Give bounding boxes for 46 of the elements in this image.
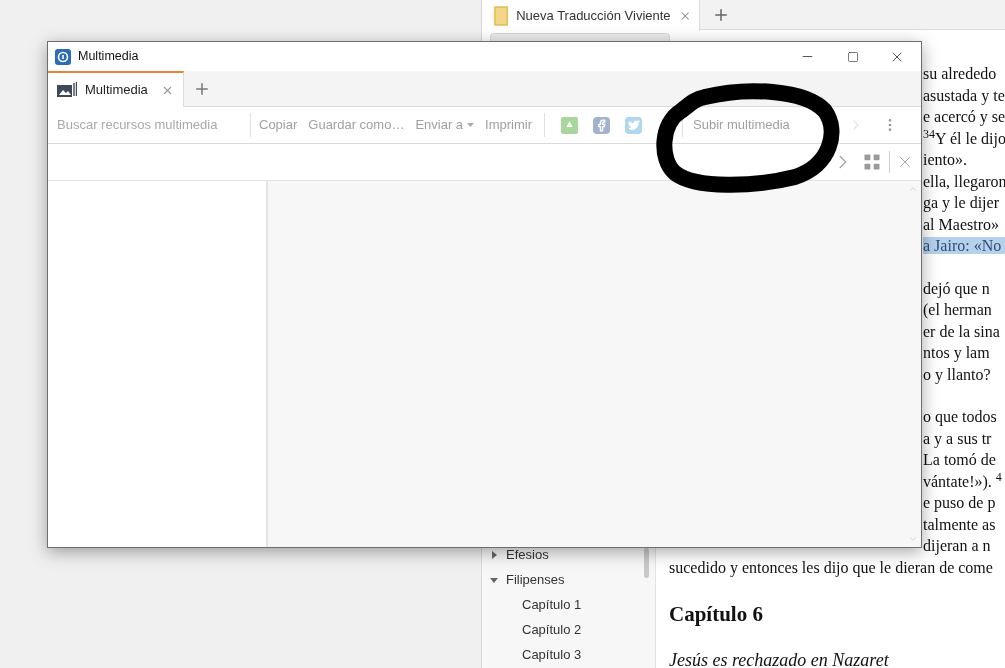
- twitter-icon[interactable]: [625, 116, 643, 134]
- text-line: (el herman: [923, 301, 992, 318]
- tree-item[interactable]: Capítulo 1: [522, 594, 582, 615]
- text-line: e acercó y se: [923, 108, 1005, 125]
- text-line: o y llanto?: [923, 365, 991, 383]
- facebook-icon[interactable]: [593, 116, 611, 134]
- text-line: dijeran a n: [923, 537, 991, 554]
- text-line: iento».: [923, 151, 967, 168]
- text-line: La tomó de: [923, 451, 996, 468]
- text-line: dejó que n: [923, 279, 990, 297]
- text-line: sucedido y entonces les dijo que le dieran de come: [669, 558, 993, 576]
- text-line: $^{34}$Y él le dijo: [923, 129, 1005, 147]
- document-tab[interactable]: Nueva Traducción Viviente: [482, 0, 700, 31]
- expanded-caret-icon[interactable]: [490, 575, 498, 584]
- tree-item[interactable]: Capítulo 3: [522, 644, 582, 665]
- text-line: o que todos: [923, 408, 997, 425]
- search-field[interactable]: Buscar recursos multimedia: [57, 115, 249, 135]
- window-title: Multimedia: [78, 48, 139, 66]
- highlighted-text: a Jairo: «No: [923, 237, 1005, 254]
- text-line: su alrededo: [923, 65, 997, 82]
- new-tab-icon[interactable]: [193, 80, 211, 98]
- text-line: e puso de p: [923, 494, 996, 511]
- text-line: talmente as: [923, 515, 996, 533]
- text-line: ga y le dijer: [923, 194, 999, 211]
- book-icon: [494, 4, 509, 27]
- app-logo-icon: [55, 48, 71, 65]
- new-tab-icon[interactable]: [712, 6, 730, 24]
- text-line: er de la sina: [923, 322, 1000, 340]
- share-icon[interactable]: [561, 116, 579, 134]
- caret-icon: [467, 123, 475, 127]
- multimedia-tab[interactable]: Multimedia: [48, 71, 184, 107]
- section-title: Jesús es rechazado en Nazaret: [669, 649, 889, 668]
- text-line: vántate!»). $^{4}$: [923, 472, 1002, 490]
- images-icon: [57, 82, 77, 98]
- text-line: a y a sus tr: [923, 429, 992, 447]
- maximize-icon[interactable]: [847, 50, 859, 63]
- scrollbar[interactable]: [644, 548, 649, 578]
- chapter-heading: Capítulo 6: [669, 602, 763, 626]
- collapsed-caret-icon[interactable]: [490, 550, 498, 559]
- text-line: ntos y lam: [923, 344, 990, 361]
- tree-item[interactable]: Efesios: [506, 544, 549, 565]
- tree-item[interactable]: Capítulo 2: [522, 619, 582, 640]
- grid-view-icon[interactable]: [862, 152, 882, 172]
- text-line: al Maestro»: [923, 215, 999, 233]
- tree-item[interactable]: Filipenses: [506, 569, 565, 590]
- text-line: asustada y te: [923, 86, 1005, 104]
